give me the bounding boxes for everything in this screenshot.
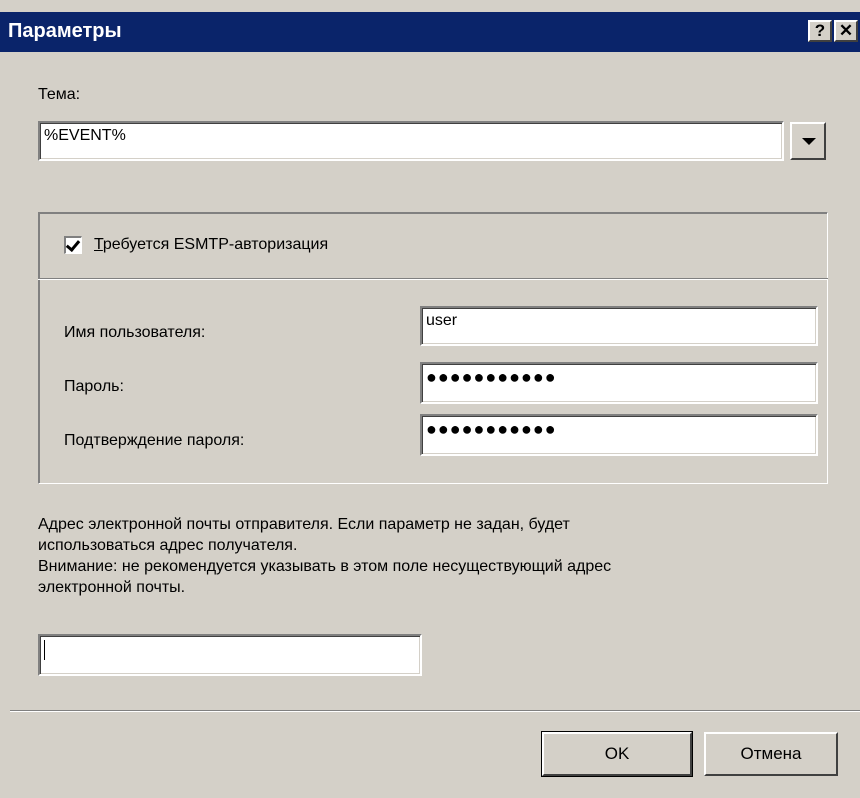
username-input[interactable]: user	[420, 306, 818, 346]
esmtp-auth-label-rest: ребуется ESMTP-авторизация	[102, 236, 329, 253]
sender-desc-line-2: использоваться адрес получателя.	[38, 537, 298, 554]
sender-desc-line-3: Внимание: не рекомендуется указывать в э…	[38, 558, 612, 575]
confirm-password-value: ●●●●●●●●●●●	[426, 419, 557, 439]
text-caret	[44, 640, 45, 660]
sender-desc-line-4: электронной почты.	[38, 579, 186, 596]
checkmark-icon	[65, 236, 81, 253]
sender-desc-line-1: Адрес электронной почты отправителя. Есл…	[38, 516, 570, 533]
help-icon: ?	[814, 21, 826, 40]
confirm-password-label: Подтверждение пароля:	[64, 432, 245, 449]
ok-button-label: OK	[604, 744, 630, 763]
subject-dropdown-button[interactable]	[790, 122, 826, 160]
password-value: ●●●●●●●●●●●	[426, 367, 557, 387]
sender-description: Адрес электронной почты отправителя. Есл…	[38, 514, 838, 598]
close-icon: ✕	[838, 21, 854, 40]
password-label: Пароль:	[64, 378, 124, 395]
chevron-down-icon	[802, 138, 816, 145]
esmtp-auth-label-accel: Т	[94, 236, 103, 253]
password-input[interactable]: ●●●●●●●●●●●	[420, 362, 818, 404]
username-value: user	[426, 312, 458, 329]
title-bar: Параметры ? ✕	[0, 12, 860, 52]
parameters-dialog: Параметры ? ✕ Тема: %EVENT% Требуется ES…	[0, 0, 860, 798]
ok-button[interactable]: OK	[541, 731, 693, 777]
button-separator	[10, 710, 860, 712]
cancel-button-label: Отмена	[740, 744, 802, 763]
esmtp-auth-label[interactable]: Требуется ESMTP-авторизация	[94, 236, 328, 254]
sender-email-input[interactable]	[38, 634, 422, 676]
help-button[interactable]: ?	[808, 20, 832, 42]
subject-combo-input[interactable]: %EVENT%	[38, 121, 784, 161]
window-title: Параметры	[8, 20, 122, 42]
username-label: Имя пользователя:	[64, 324, 206, 341]
subject-label: Тема:	[38, 86, 81, 103]
cancel-button[interactable]: Отмена	[704, 732, 838, 776]
subject-value: %EVENT%	[44, 127, 126, 144]
esmtp-auth-checkbox[interactable]	[64, 236, 82, 254]
confirm-password-input[interactable]: ●●●●●●●●●●●	[420, 414, 818, 456]
group-separator	[38, 278, 828, 280]
close-button[interactable]: ✕	[834, 20, 858, 42]
